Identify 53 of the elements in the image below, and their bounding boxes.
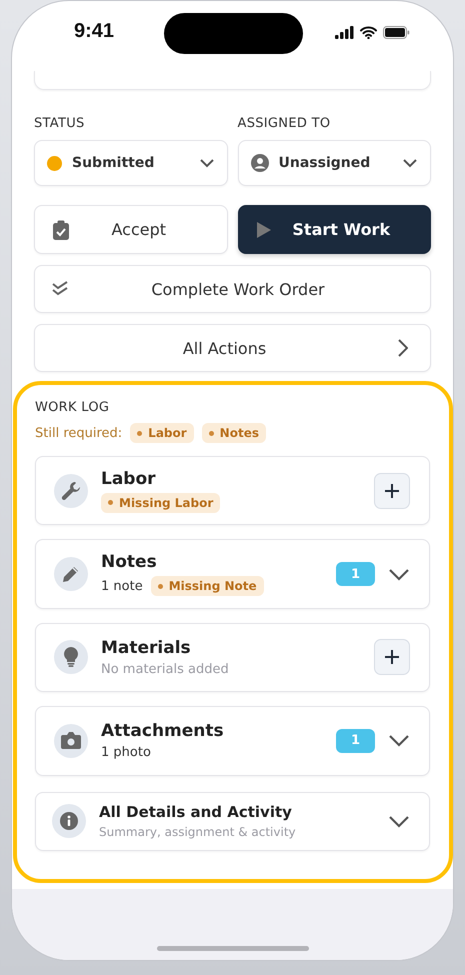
log-item-card[interactable]: Notes 1 note Missing Note 1 [35,539,430,609]
wrench-icon [54,474,88,508]
all-actions-button[interactable]: All Actions [34,324,431,372]
chevron-down-icon[interactable] [388,734,410,748]
item-title: Materials [101,638,191,658]
item-title: Labor [101,468,156,489]
info-icon [52,804,86,838]
chevron-down-icon [402,158,418,168]
item-subtitle: 1 note [101,578,143,594]
required-tag: Notes [202,423,266,443]
chevron-down-icon[interactable] [388,568,410,581]
add-button[interactable] [374,639,410,676]
section-title: WORK LOG [35,400,110,415]
play-icon [256,222,270,238]
pencil-icon [54,557,88,592]
lightbulb-icon [54,640,88,674]
clock-time: 9:41 [74,20,114,43]
log-item-card[interactable]: Attachments 1 photo 1 [35,706,430,776]
item-subtitle: No materials added [101,662,229,677]
chevron-down-icon[interactable] [388,814,410,828]
complete-button[interactable]: Complete Work Order [34,265,431,313]
count-badge: 1 [336,562,375,586]
missing-tag: Missing Note [150,576,264,596]
log-item-card[interactable]: Labor Missing Labor [35,456,430,526]
plus-icon [385,484,399,498]
battery-icon [383,26,410,39]
count-badge: 1 [336,728,375,753]
signal-icon [335,26,354,39]
field-label: STATUS [34,116,85,131]
wifi-icon [360,26,377,39]
clipboard-check-icon [53,220,69,240]
camera-icon [54,724,88,758]
item-subtitle: Summary, assignment & activity [99,825,296,840]
user-icon [250,154,268,172]
required-label: Still required: [35,426,122,440]
required-tag: Labor [130,423,194,443]
log-item-card[interactable]: Materials No materials added [35,622,430,692]
item-title: Notes [101,552,157,572]
item-title: All Details and Activity [99,803,292,822]
status-dropdown[interactable]: Submitted [34,140,228,186]
assignee-dropdown[interactable]: Unassigned [238,140,431,186]
primary-button[interactable]: Start Work [238,205,431,254]
add-button[interactable] [374,472,410,509]
action-button[interactable]: Accept [34,205,228,254]
item-subtitle: 1 photo [101,745,151,760]
plus-icon [385,650,399,664]
double-check-icon [52,281,68,297]
missing-tag: Missing Labor [101,492,220,513]
field-label: ASSIGNED TO [238,116,330,131]
details-card[interactable]: All Details and Activity Summary, assignment & activity [35,792,430,851]
chevron-right-icon [397,339,408,357]
chevron-down-icon [198,158,214,168]
item-title: Attachments [101,721,224,742]
